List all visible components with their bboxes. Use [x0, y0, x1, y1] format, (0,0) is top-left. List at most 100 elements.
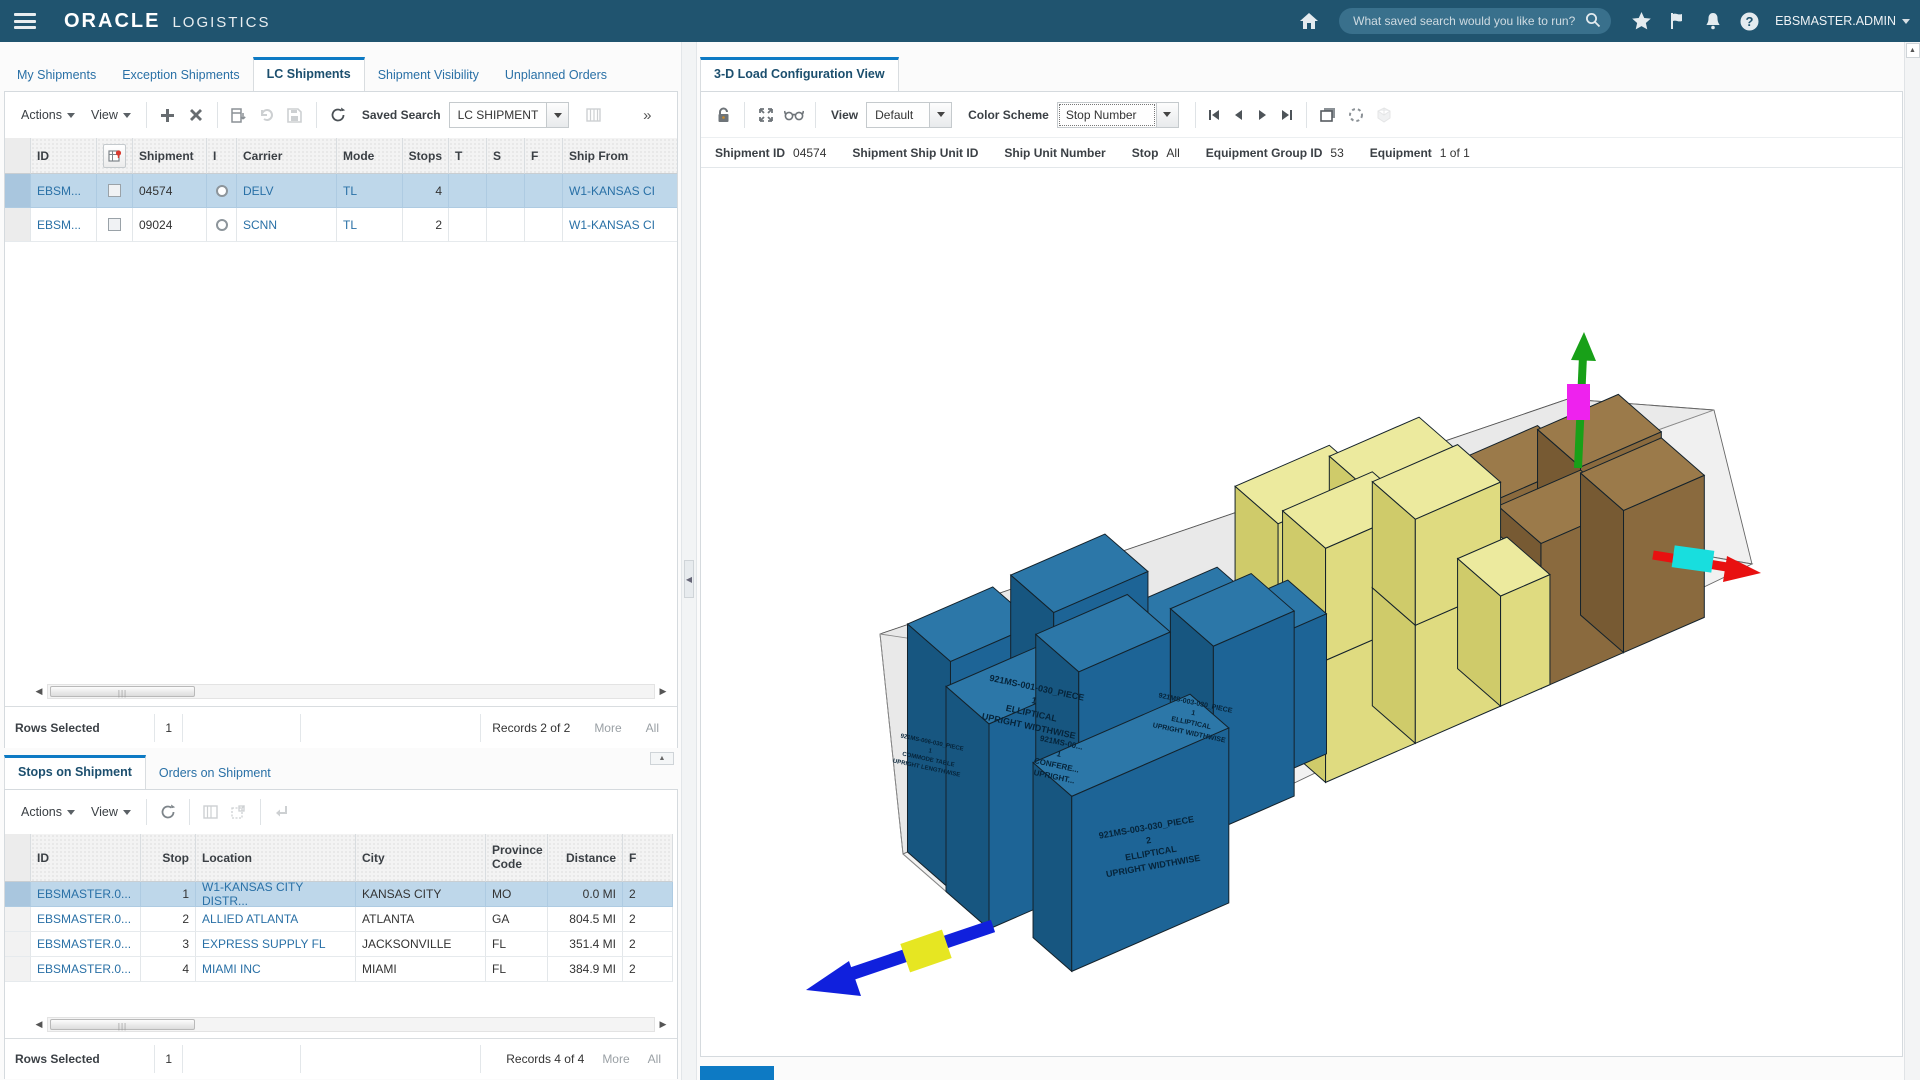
col-distance[interactable]: Distance — [548, 834, 623, 882]
view-glasses-icon[interactable] — [780, 102, 808, 128]
col-province-code[interactable]: Province Code — [486, 834, 548, 882]
scroll-left-icon[interactable]: ◀ — [31, 1017, 47, 1032]
saved-search-combo[interactable]: LC SHIPMENT — [449, 102, 570, 128]
stop-row-4[interactable]: EBSMASTER.0... 4 MIAMI INC MIAMI FL 384.… — [5, 957, 677, 982]
delete-row-icon[interactable] — [182, 102, 210, 128]
row-checkbox[interactable] — [108, 184, 121, 197]
carrier-link[interactable]: SCNN — [243, 218, 277, 232]
blue-cargo-box[interactable] — [1033, 763, 1072, 972]
fit-to-window-icon[interactable] — [752, 102, 780, 128]
mode-link[interactable]: TL — [343, 218, 357, 232]
yellow-cargo-box[interactable] — [1501, 575, 1550, 707]
actions-menu[interactable]: Actions — [13, 805, 83, 819]
col-id[interactable]: ID — [31, 834, 141, 882]
scroll-right-icon[interactable]: ▶ — [655, 684, 671, 699]
col-id[interactable]: ID — [31, 138, 97, 174]
undo-icon[interactable] — [253, 102, 281, 128]
stops-hscrollbar[interactable]: ◀ ||| ▶ — [31, 1016, 671, 1033]
shipment-id-link[interactable]: EBSM... — [37, 184, 81, 198]
stop-id-link[interactable]: EBSMASTER.0... — [37, 887, 131, 901]
records-all-link[interactable]: All — [648, 1052, 661, 1066]
view-menu[interactable]: View — [83, 805, 139, 819]
cube-view-icon[interactable] — [1370, 102, 1398, 128]
help-icon[interactable]: ? — [1731, 6, 1767, 36]
freeze-columns-icon[interactable] — [225, 102, 253, 128]
tab-unplanned-orders[interactable]: Unplanned Orders — [492, 59, 620, 92]
splitter-collapse-icon[interactable]: ◀ — [684, 560, 694, 598]
stop-id-link[interactable]: EBSMASTER.0... — [37, 912, 131, 926]
mode-link[interactable]: TL — [343, 184, 357, 198]
col-city[interactable]: City — [356, 834, 486, 882]
ship-from-link[interactable]: W1-KANSAS CI — [569, 184, 655, 198]
col-stops[interactable]: Stops — [403, 138, 449, 174]
search-icon[interactable] — [1585, 12, 1601, 31]
scroll-up-icon[interactable]: ▲ — [1906, 43, 1920, 58]
stop-id-link[interactable]: EBSMASTER.0... — [37, 937, 131, 951]
home-icon[interactable] — [1291, 6, 1327, 36]
records-more-link[interactable]: More — [594, 721, 621, 735]
shipment-row-1[interactable]: EBSM... 04574 DELV TL 4 W1-KANSAS CI — [5, 174, 677, 208]
panel-splitter[interactable]: ◀ — [681, 42, 697, 1080]
previous-equipment-icon[interactable] — [1227, 103, 1251, 127]
view-combo[interactable]: Default — [866, 102, 952, 128]
shipment-id-link[interactable]: EBSM... — [37, 218, 81, 232]
layers-icon[interactable] — [1314, 102, 1342, 128]
location-link[interactable]: EXPRESS SUPPLY FL — [202, 937, 326, 951]
freeze-columns-icon[interactable] — [197, 799, 225, 825]
records-all-link[interactable]: All — [646, 721, 659, 735]
col-location[interactable]: Location — [196, 834, 356, 882]
cargo-boxes[interactable]: 921MS-001-030_PIECE1ELLIPTICALUPRIGHT WI… — [892, 394, 1704, 971]
tab-3d-load-configuration-view[interactable]: 3-D Load Configuration View — [700, 57, 899, 92]
refresh-icon[interactable] — [154, 799, 182, 825]
col-ship-from[interactable]: Ship From — [563, 138, 677, 174]
col-stop[interactable]: Stop — [141, 834, 196, 882]
col-i[interactable]: I — [207, 138, 237, 174]
tab-stops-on-shipment[interactable]: Stops on Shipment — [4, 755, 146, 790]
location-link[interactable]: MIAMI INC — [202, 962, 261, 976]
lock-icon[interactable] — [709, 102, 737, 128]
actions-menu[interactable]: Actions — [13, 108, 83, 122]
refresh-icon[interactable] — [324, 102, 352, 128]
location-link[interactable]: W1-KANSAS CITY DISTR... — [202, 880, 349, 908]
saved-search-dropdown-icon[interactable] — [547, 102, 569, 128]
row-checkbox[interactable] — [108, 218, 121, 231]
scroll-right-icon[interactable]: ▶ — [655, 1017, 671, 1032]
tab-shipment-visibility[interactable]: Shipment Visibility — [365, 59, 492, 92]
favorites-star-icon[interactable] — [1623, 6, 1659, 36]
lc-shipments-hscrollbar[interactable]: ◀ ||| ▶ — [31, 683, 671, 700]
stop-row-2[interactable]: EBSMASTER.0... 2 ALLIED ATLANTA ATLANTA … — [5, 907, 677, 932]
map-pin-column-icon[interactable] — [103, 144, 126, 168]
blue-cargo-box[interactable] — [946, 687, 989, 930]
user-menu[interactable]: EBSMASTER.ADMIN — [1775, 14, 1910, 28]
collapse-bottom-panel-icon[interactable]: ▲ — [650, 752, 674, 765]
load-3d-viewport[interactable]: 921MS-001-030_PIECE1ELLIPTICALUPRIGHT WI… — [701, 168, 1902, 1056]
col-mode[interactable]: Mode — [337, 138, 403, 174]
location-link[interactable]: ALLIED ATLANTA — [202, 912, 298, 926]
go-to-task-icon[interactable] — [268, 799, 296, 825]
records-more-link[interactable]: More — [602, 1052, 629, 1066]
hamburger-menu-icon[interactable] — [14, 13, 36, 29]
page-vscrollbar[interactable]: ▲ — [1904, 42, 1920, 1080]
load-3d-scene[interactable]: 921MS-001-030_PIECE1ELLIPTICALUPRIGHT WI… — [701, 168, 1902, 1056]
view-menu[interactable]: View — [83, 108, 139, 122]
col-carrier[interactable]: Carrier — [237, 138, 337, 174]
next-equipment-icon[interactable] — [1251, 103, 1275, 127]
tab-lc-shipments[interactable]: LC Shipments — [253, 57, 365, 92]
col-extra[interactable]: F — [623, 834, 673, 882]
saved-search-bar[interactable] — [1339, 8, 1611, 34]
tab-exception-shipments[interactable]: Exception Shipments — [109, 59, 252, 92]
view-dropdown-icon[interactable] — [930, 102, 952, 128]
carrier-link[interactable]: DELV — [243, 184, 273, 198]
col-s[interactable]: S — [487, 138, 525, 174]
stop-row-3[interactable]: EBSMASTER.0... 3 EXPRESS SUPPLY FL JACKS… — [5, 932, 677, 957]
saved-search-input[interactable] — [1353, 14, 1585, 28]
first-equipment-icon[interactable] — [1203, 103, 1227, 127]
overflow-chevrons-icon[interactable]: » — [633, 102, 661, 128]
detach-table-icon[interactable] — [225, 799, 253, 825]
ship-from-link[interactable]: W1-KANSAS CI — [569, 218, 655, 232]
notifications-bell-icon[interactable] — [1695, 6, 1731, 36]
col-t[interactable]: T — [449, 138, 487, 174]
flag-icon[interactable] — [1659, 6, 1695, 36]
stop-id-link[interactable]: EBSMASTER.0... — [37, 962, 131, 976]
scroll-left-icon[interactable]: ◀ — [31, 684, 47, 699]
